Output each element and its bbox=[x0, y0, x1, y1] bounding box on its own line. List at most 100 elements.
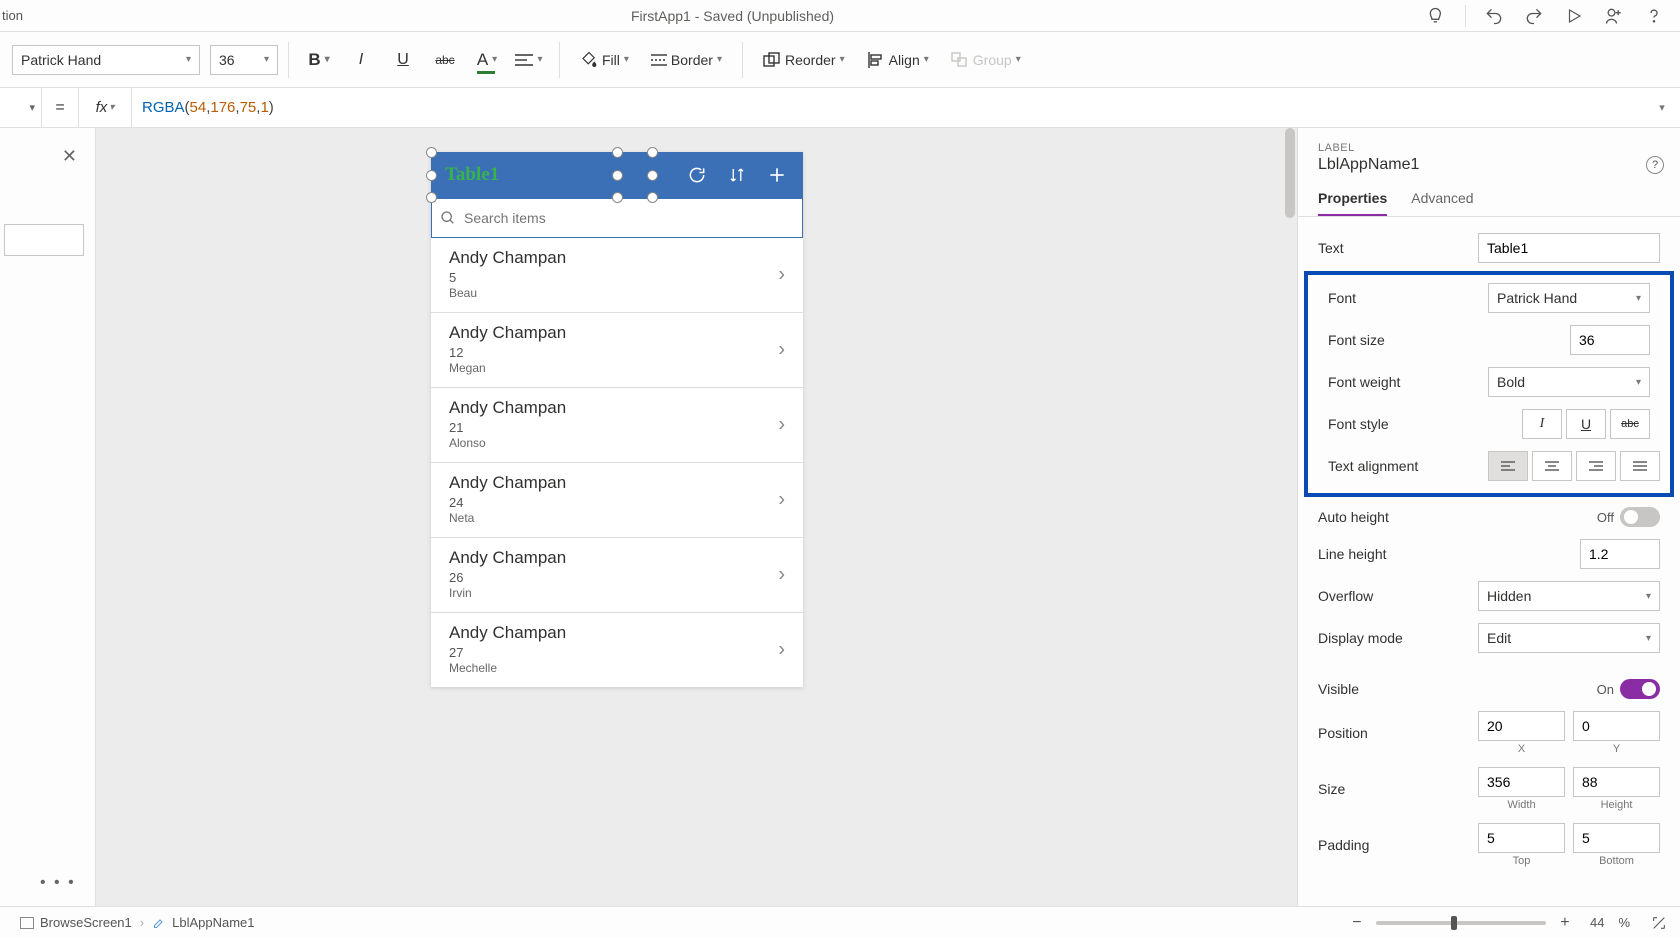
formula-expand-icon[interactable]: ▾ bbox=[1644, 101, 1680, 114]
tab-advanced[interactable]: Advanced bbox=[1411, 190, 1473, 216]
canvas[interactable]: Table1 bbox=[96, 128, 1297, 906]
font-family-value: Patrick Hand bbox=[21, 52, 101, 68]
list-item[interactable]: Andy Champan 5 Beau › bbox=[431, 238, 803, 312]
chevron-down-icon: ▾ bbox=[186, 54, 191, 65]
equals-sign: = bbox=[42, 99, 78, 117]
underline-button[interactable]: U bbox=[383, 40, 423, 80]
add-icon[interactable] bbox=[765, 163, 789, 187]
fx-button[interactable]: fx▾ bbox=[78, 88, 132, 127]
text-align-button[interactable]: ▾ bbox=[509, 40, 549, 80]
formula-input[interactable]: RGBA(54, 176, 75, 1) bbox=[132, 99, 1644, 116]
prop-lineheight-input[interactable] bbox=[1580, 539, 1660, 569]
search-input[interactable] bbox=[464, 210, 794, 226]
search-box[interactable] bbox=[431, 198, 803, 238]
list-item[interactable]: Andy Champan 27 Mechelle › bbox=[431, 612, 803, 687]
font-family-select[interactable]: Patrick Hand ▾ bbox=[12, 45, 200, 75]
prop-pad-bottom-input[interactable] bbox=[1573, 823, 1660, 853]
status-bar: BrowseScreen1 › LblAppName1 − + 44 % bbox=[0, 906, 1680, 938]
search-icon bbox=[440, 210, 456, 226]
close-panel-icon[interactable]: ✕ bbox=[62, 146, 77, 167]
breadcrumb-control[interactable]: LblAppName1 bbox=[144, 915, 262, 930]
prop-displaymode-select[interactable]: Edit▾ bbox=[1478, 623, 1660, 653]
border-button[interactable]: Border▾ bbox=[641, 40, 732, 80]
autoheight-toggle[interactable] bbox=[1620, 507, 1660, 527]
app-checker-icon[interactable] bbox=[1425, 4, 1449, 28]
list-item[interactable]: Andy Champan 24 Neta › bbox=[431, 462, 803, 537]
prop-width-input[interactable] bbox=[1478, 767, 1565, 797]
app-title: FirstApp1 - Saved (Unpublished) bbox=[40, 8, 1425, 24]
screen-icon bbox=[20, 917, 34, 929]
reorder-button[interactable]: Reorder▾ bbox=[753, 40, 855, 80]
formula-bar: ▾ = fx▾ RGBA(54, 176, 75, 1) ▾ bbox=[0, 88, 1680, 128]
edit-icon bbox=[152, 917, 166, 929]
align-left-button[interactable] bbox=[1488, 451, 1528, 481]
bold-button[interactable]: B▾ bbox=[299, 40, 339, 80]
visible-toggle[interactable] bbox=[1620, 679, 1660, 699]
ribbon-tab-fragment: tion bbox=[0, 8, 40, 23]
redo-icon[interactable] bbox=[1522, 4, 1546, 28]
chevron-down-icon: ▾ bbox=[264, 54, 269, 65]
prop-pos-x-input[interactable] bbox=[1478, 711, 1565, 741]
fontstyle-strike-button[interactable]: abc bbox=[1610, 409, 1650, 439]
prop-overflow-select[interactable]: Hidden▾ bbox=[1478, 581, 1660, 611]
chevron-right-icon[interactable]: › bbox=[778, 264, 785, 287]
zoom-slider[interactable] bbox=[1376, 921, 1546, 925]
align-right-button[interactable] bbox=[1576, 451, 1616, 481]
align-justify-button[interactable] bbox=[1620, 451, 1660, 481]
help-icon[interactable]: ? bbox=[1646, 156, 1664, 174]
prop-fontweight-select[interactable]: Bold▾ bbox=[1488, 367, 1650, 397]
chevron-right-icon[interactable]: › bbox=[778, 564, 785, 587]
control-name: LblAppName1 bbox=[1318, 156, 1660, 174]
app-header: Table1 bbox=[431, 152, 803, 198]
prop-pos-y-input[interactable] bbox=[1573, 711, 1660, 741]
fit-screen-icon[interactable] bbox=[1650, 914, 1668, 932]
highlighted-font-section: Font Patrick Hand▾ Font size Font weight… bbox=[1304, 271, 1674, 497]
prop-font-select[interactable]: Patrick Hand▾ bbox=[1488, 283, 1650, 313]
fontstyle-underline-button[interactable]: U bbox=[1566, 409, 1606, 439]
help-icon[interactable] bbox=[1642, 4, 1666, 28]
tab-properties[interactable]: Properties bbox=[1318, 190, 1387, 216]
refresh-icon[interactable] bbox=[685, 163, 709, 187]
list-item[interactable]: Andy Champan 12 Megan › bbox=[431, 312, 803, 387]
chevron-right-icon[interactable]: › bbox=[778, 639, 785, 662]
italic-button[interactable]: I bbox=[341, 40, 381, 80]
zoom-value: 44 bbox=[1590, 915, 1604, 930]
fontstyle-italic-button[interactable]: I bbox=[1522, 409, 1562, 439]
font-size-value: 36 bbox=[219, 52, 235, 68]
prop-text-input[interactable] bbox=[1478, 233, 1660, 263]
app-preview: Table1 bbox=[431, 152, 803, 687]
strikethrough-button[interactable]: abc bbox=[425, 40, 465, 80]
more-menu-icon[interactable]: • • • bbox=[40, 874, 76, 892]
zoom-out-button[interactable]: − bbox=[1348, 914, 1366, 932]
list-item[interactable]: Andy Champan 21 Alonso › bbox=[431, 387, 803, 462]
chevron-right-icon[interactable]: › bbox=[778, 414, 785, 437]
chevron-right-icon[interactable]: › bbox=[778, 489, 785, 512]
canvas-scrollbar[interactable] bbox=[1285, 128, 1295, 906]
align-button[interactable]: Align▾ bbox=[857, 40, 939, 80]
undo-icon[interactable] bbox=[1482, 4, 1506, 28]
properties-panel: LABEL LblAppName1 ? Properties Advanced … bbox=[1297, 128, 1680, 906]
prop-pad-top-input[interactable] bbox=[1478, 823, 1565, 853]
font-size-select[interactable]: 36 ▾ bbox=[210, 45, 278, 75]
breadcrumb-screen[interactable]: BrowseScreen1 bbox=[12, 915, 140, 930]
title-bar: tion FirstApp1 - Saved (Unpublished) bbox=[0, 0, 1680, 32]
group-button: Group▾ bbox=[941, 40, 1031, 80]
align-center-button[interactable] bbox=[1532, 451, 1572, 481]
share-icon[interactable] bbox=[1602, 4, 1626, 28]
sort-icon[interactable] bbox=[725, 163, 749, 187]
property-selector[interactable]: ▾ bbox=[0, 88, 42, 127]
play-icon[interactable] bbox=[1562, 4, 1586, 28]
control-type: LABEL bbox=[1318, 142, 1660, 154]
zoom-in-button[interactable]: + bbox=[1556, 914, 1574, 932]
selected-label[interactable]: Table1 bbox=[431, 164, 499, 186]
left-panel-input[interactable] bbox=[4, 224, 84, 256]
ribbon: Patrick Hand ▾ 36 ▾ B▾ I U abc A ▾ ▾ Fil… bbox=[0, 32, 1680, 88]
left-panel: ✕ • • • bbox=[0, 128, 96, 906]
chevron-right-icon[interactable]: › bbox=[778, 339, 785, 362]
list-item[interactable]: Andy Champan 26 Irvin › bbox=[431, 537, 803, 612]
prop-height-input[interactable] bbox=[1573, 767, 1660, 797]
prop-fontsize-input[interactable] bbox=[1570, 325, 1650, 355]
gallery: Andy Champan 5 Beau › Andy Champan 12 Me… bbox=[431, 238, 803, 687]
font-color-button[interactable]: A ▾ bbox=[467, 40, 507, 80]
fill-button[interactable]: Fill▾ bbox=[570, 40, 639, 80]
